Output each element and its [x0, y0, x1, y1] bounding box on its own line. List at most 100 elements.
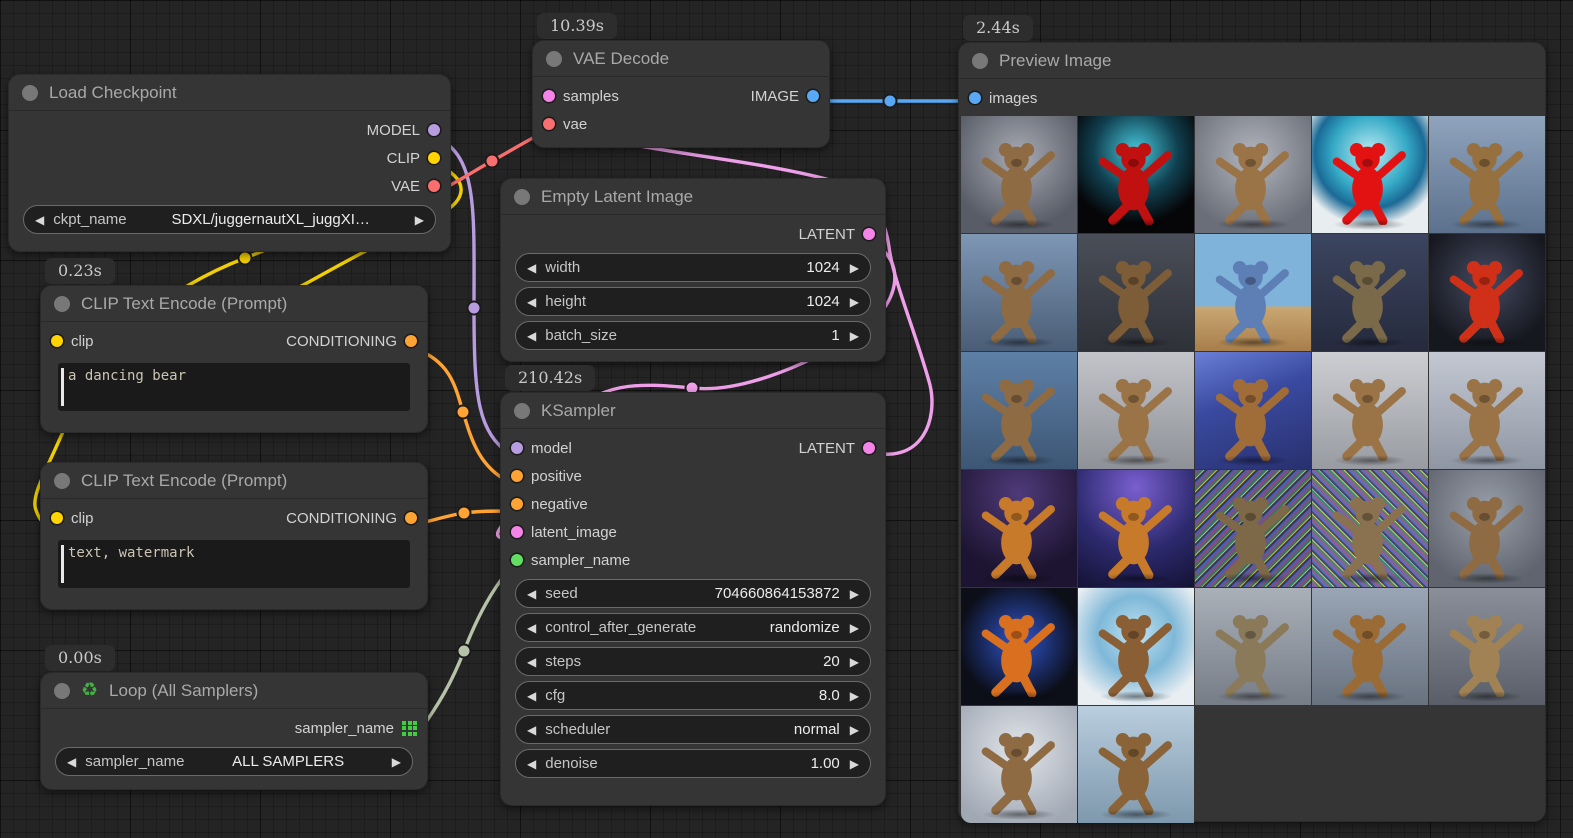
node-header[interactable]: VAE Decode	[533, 41, 829, 77]
clip-input-port[interactable]	[51, 335, 63, 347]
reroute-dot-sage[interactable]	[458, 645, 471, 658]
height-widget[interactable]: height 1024	[515, 287, 871, 316]
model-input-port[interactable]	[511, 442, 523, 454]
node-clip-text-encode-positive[interactable]: 0.23s CLIP Text Encode (Prompt) clip CON…	[40, 285, 428, 433]
prev-arrow[interactable]	[527, 621, 536, 635]
prev-arrow[interactable]	[527, 295, 536, 309]
latent-output-port[interactable]	[863, 442, 875, 454]
reroute-dot-purple[interactable]	[468, 302, 481, 315]
seed-widget[interactable]: seed 704660864153872	[515, 579, 871, 608]
node-header[interactable]: CLIP Text Encode (Prompt)	[41, 463, 427, 499]
next-arrow[interactable]	[850, 723, 859, 737]
prev-arrow[interactable]	[527, 329, 536, 343]
cfg-widget[interactable]: cfg 8.0	[515, 681, 871, 710]
input-label: clip	[71, 333, 94, 350]
collapse-dot[interactable]	[22, 85, 38, 101]
node-clip-text-encode-negative[interactable]: CLIP Text Encode (Prompt) clip CONDITION…	[40, 462, 428, 610]
reroute-dot-orange-negative[interactable]	[458, 507, 471, 520]
comfyui-canvas[interactable]: { "canvas": {"background": "#242424"}, "…	[0, 0, 1573, 838]
next-arrow[interactable]	[850, 295, 859, 309]
prev-arrow[interactable]	[527, 723, 536, 737]
image-output-port[interactable]	[807, 90, 819, 102]
output-label: CONDITIONING	[286, 510, 397, 527]
next-arrow[interactable]	[850, 621, 859, 635]
sampler-name-widget[interactable]: sampler_name ALL SAMPLERS	[55, 747, 413, 776]
multi-output-grid-icon[interactable]	[402, 721, 417, 736]
prompt-text-area[interactable]: text, watermark	[58, 540, 410, 588]
input-label: latent_image	[531, 524, 617, 541]
denoise-widget[interactable]: denoise 1.00	[515, 749, 871, 778]
next-arrow[interactable]	[850, 689, 859, 703]
node-header[interactable]: CLIP Text Encode (Prompt)	[41, 286, 427, 322]
next-arrow[interactable]	[415, 213, 424, 227]
reroute-dot-yellow[interactable]	[239, 252, 252, 265]
prompt-text-area[interactable]: a dancing bear	[58, 363, 410, 411]
node-title: Empty Latent Image	[541, 187, 693, 207]
dancing-bear-figure	[1325, 599, 1415, 704]
preview-image-cell	[1078, 352, 1194, 469]
reroute-dot-red[interactable]	[486, 155, 499, 168]
positive-input-port[interactable]	[511, 470, 523, 482]
next-arrow[interactable]	[850, 587, 859, 601]
vae-input-port[interactable]	[543, 118, 555, 130]
negative-input-port[interactable]	[511, 498, 523, 510]
node-preview-image[interactable]: 2.44s Preview Image images	[958, 42, 1546, 822]
vae-output-port[interactable]	[428, 180, 440, 192]
conditioning-output-port[interactable]	[405, 512, 417, 524]
input-label: negative	[531, 496, 588, 513]
conditioning-output-port[interactable]	[405, 335, 417, 347]
model-output-port[interactable]	[428, 124, 440, 136]
prev-arrow[interactable]	[527, 587, 536, 601]
prev-arrow[interactable]	[527, 655, 536, 669]
node-vae-decode[interactable]: 10.39s VAE Decode samples IMAGE vae	[532, 40, 830, 148]
collapse-dot[interactable]	[514, 403, 530, 419]
node-header[interactable]: Empty Latent Image	[501, 179, 885, 215]
width-widget[interactable]: width 1024	[515, 253, 871, 282]
next-arrow[interactable]	[392, 755, 401, 769]
next-arrow[interactable]	[850, 261, 859, 275]
images-input-port[interactable]	[969, 92, 981, 104]
node-load-checkpoint[interactable]: Load Checkpoint MODEL CLIP VAE ckpt_name…	[8, 74, 451, 252]
next-arrow[interactable]	[850, 655, 859, 669]
collapse-dot[interactable]	[54, 473, 70, 489]
node-header[interactable]: Load Checkpoint	[9, 75, 450, 111]
preview-image-cell	[1429, 116, 1545, 233]
node-header[interactable]: ♻ Loop (All Samplers)	[41, 673, 427, 709]
prev-arrow[interactable]	[35, 213, 44, 227]
scheduler-widget[interactable]: scheduler normal	[515, 715, 871, 744]
sampler-name-input-port[interactable]	[511, 554, 523, 566]
prev-arrow[interactable]	[67, 755, 76, 769]
preview-image-cell	[1195, 116, 1311, 233]
node-loop-all-samplers[interactable]: 0.00s ♻ Loop (All Samplers) sampler_name…	[40, 672, 428, 790]
dancing-bear-figure	[1442, 481, 1532, 586]
node-header[interactable]: Preview Image	[959, 43, 1545, 79]
prev-arrow[interactable]	[527, 689, 536, 703]
node-empty-latent-image[interactable]: Empty Latent Image LATENT width 1024 hei…	[500, 178, 886, 362]
control-after-generate-widget[interactable]: control_after_generate randomize	[515, 613, 871, 642]
dancing-bear-figure	[974, 245, 1064, 350]
reroute-dot-orange-positive[interactable]	[457, 406, 470, 419]
ckpt-name-widget[interactable]: ckpt_name SDXL/juggernautXL_juggXI…	[23, 205, 436, 234]
collapse-dot[interactable]	[514, 189, 530, 205]
reroute-dot-blue[interactable]	[884, 95, 897, 108]
clip-input-port[interactable]	[51, 512, 63, 524]
clip-output-port[interactable]	[428, 152, 440, 164]
collapse-dot[interactable]	[54, 683, 70, 699]
latent-image-input-port[interactable]	[511, 526, 523, 538]
collapse-dot[interactable]	[546, 51, 562, 67]
prev-arrow[interactable]	[527, 757, 536, 771]
batch-size-widget[interactable]: batch_size 1	[515, 321, 871, 350]
node-title: Preview Image	[999, 51, 1111, 71]
steps-widget[interactable]: steps 20	[515, 647, 871, 676]
node-ksampler[interactable]: 210.42s KSampler model LATENT positive n…	[500, 392, 886, 806]
node-header[interactable]: KSampler	[501, 393, 885, 429]
prev-arrow[interactable]	[527, 261, 536, 275]
latent-output-port[interactable]	[863, 228, 875, 240]
next-arrow[interactable]	[850, 329, 859, 343]
collapse-dot[interactable]	[972, 53, 988, 69]
next-arrow[interactable]	[850, 757, 859, 771]
execution-time-badge: 10.39s	[537, 13, 617, 39]
samples-input-port[interactable]	[543, 90, 555, 102]
widget-value: 1024	[596, 293, 840, 310]
collapse-dot[interactable]	[54, 296, 70, 312]
